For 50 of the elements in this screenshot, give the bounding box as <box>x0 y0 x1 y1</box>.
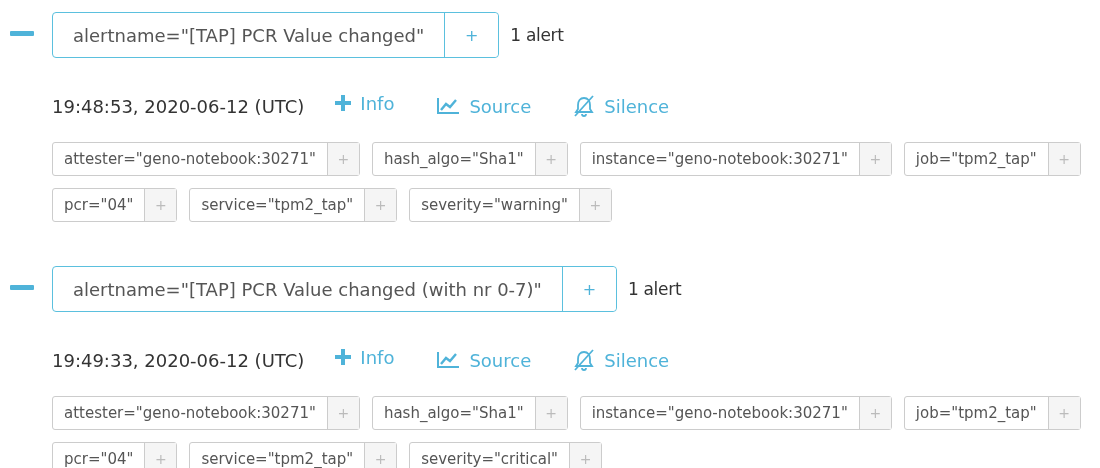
add-filter-button[interactable]: + <box>858 397 891 429</box>
label-text: pcr="04" <box>63 195 135 216</box>
info-link[interactable]: Info <box>334 346 395 368</box>
line-chart-icon <box>436 351 461 369</box>
label-text: service="tpm2_tap" <box>200 449 355 468</box>
add-filter-button[interactable]: + <box>364 189 397 221</box>
add-filter-button[interactable]: + <box>144 443 177 468</box>
add-filter-button[interactable]: + <box>326 143 359 175</box>
plus-icon <box>334 94 353 112</box>
silence-link[interactable]: Silence <box>573 349 670 371</box>
line-chart-icon <box>436 97 461 115</box>
label-text: job="tpm2_tap" <box>914 403 1038 424</box>
add-filter-button[interactable]: + <box>534 397 567 429</box>
add-filter-button[interactable]: + <box>444 13 499 57</box>
add-filter-button[interactable]: + <box>858 143 891 175</box>
source-link[interactable]: Source <box>436 349 532 371</box>
add-filter-button[interactable]: + <box>578 189 611 221</box>
add-filter-button[interactable]: + <box>1047 143 1080 175</box>
minus-icon <box>10 31 34 36</box>
add-filter-button[interactable]: + <box>569 443 601 468</box>
label-text: instance="geno-notebook:30271" <box>590 149 849 170</box>
label-text: attester="geno-notebook:30271" <box>63 149 317 170</box>
add-filter-button[interactable]: + <box>326 397 359 429</box>
label-text: severity="critical" <box>420 449 559 468</box>
label-text: hash_algo="Sha1" <box>382 149 525 170</box>
source-link[interactable]: Source <box>436 95 532 117</box>
label-text: severity="warning" <box>420 195 569 216</box>
label-text: service="tpm2_tap" <box>200 195 355 216</box>
alert-timestamp: 19:48:53, 2020-06-12 (UTC) <box>52 95 305 117</box>
info-link[interactable]: Info <box>334 92 395 114</box>
add-filter-button[interactable]: + <box>1047 397 1080 429</box>
minus-icon <box>10 285 34 290</box>
label-text: attester="geno-notebook:30271" <box>63 403 317 424</box>
bell-slash-icon <box>573 95 596 117</box>
add-filter-button[interactable]: + <box>144 189 177 221</box>
alert-count: 1 alert <box>627 279 682 299</box>
bell-slash-icon <box>573 349 596 371</box>
label-text: job="tpm2_tap" <box>914 149 1038 170</box>
add-filter-button[interactable]: + <box>364 443 397 468</box>
silence-link[interactable]: Silence <box>573 95 670 117</box>
matcher-text: alertname="[TAP] PCR Value changed" <box>72 23 426 48</box>
alert-count: 1 alert <box>510 25 564 45</box>
matcher-text: alertname="[TAP] PCR Value changed (with nr 0-7)" <box>72 277 543 302</box>
add-filter-button[interactable]: + <box>534 143 567 175</box>
label-text: pcr="04" <box>63 449 135 468</box>
label-text: hash_algo="Sha1" <box>382 403 525 424</box>
plus-icon <box>334 348 353 366</box>
add-filter-button[interactable]: + <box>561 267 616 311</box>
label-text: instance="geno-notebook:30271" <box>590 403 849 424</box>
alert-timestamp: 19:49:33, 2020-06-12 (UTC) <box>52 349 305 371</box>
